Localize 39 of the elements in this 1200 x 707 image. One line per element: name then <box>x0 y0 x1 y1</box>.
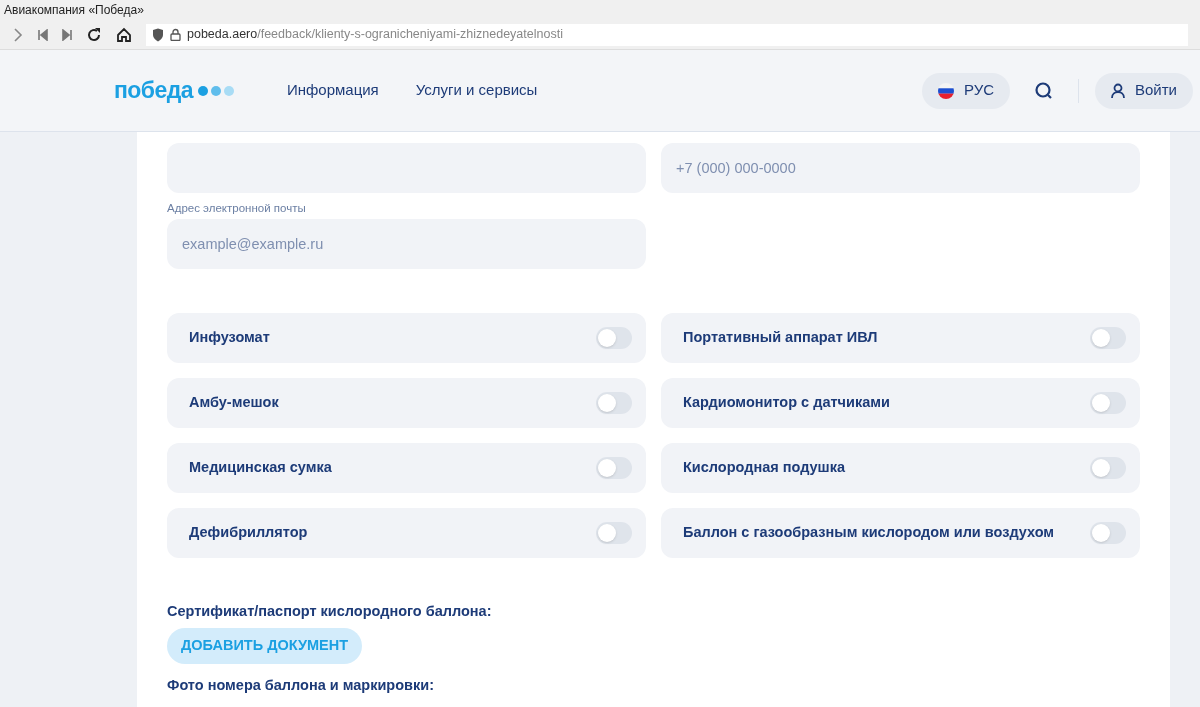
window-title: Авиакомпания «Победа» <box>4 2 144 19</box>
toggle-switch[interactable] <box>1090 327 1126 349</box>
toggle-switch[interactable] <box>596 522 632 544</box>
dots-icon <box>196 84 237 97</box>
option-label: Амбу-мешок <box>189 393 279 413</box>
option-label: Медицинская сумка <box>189 458 332 478</box>
input-field[interactable]: example@example.ru <box>167 219 646 269</box>
input-field[interactable]: +7 (000) 000-0000 <box>661 143 1140 193</box>
login-button[interactable]: Войти <box>1095 72 1193 109</box>
skip-back-icon[interactable] <box>38 28 48 41</box>
shield-icon <box>152 27 164 42</box>
section-heading: Сертификат/паспорт кислородного баллона: <box>167 602 493 620</box>
forward-icon[interactable] <box>12 26 24 43</box>
section-heading: Фото номера баллона и маркировки: <box>167 676 435 694</box>
search-icon[interactable] <box>1034 80 1054 101</box>
toggle-switch[interactable] <box>1090 457 1126 479</box>
field-label: Адрес электронной почты <box>167 201 307 215</box>
toggle-switch[interactable] <box>1090 392 1126 414</box>
toggle-switch[interactable] <box>596 457 632 479</box>
toggle-switch[interactable] <box>1090 522 1126 544</box>
language-button[interactable]: РУС <box>921 72 1010 109</box>
toggle-switch[interactable] <box>596 327 632 349</box>
home-icon[interactable] <box>116 26 132 43</box>
option-label: Инфузомат <box>189 328 270 348</box>
lock-icon <box>170 28 181 41</box>
option-label: Дефибриллятор <box>189 523 308 543</box>
option-label: Баллон с газообразным кислородом или воздухом <box>683 523 1055 543</box>
option-label: Портативный аппарат ИВЛ <box>683 328 878 348</box>
toggle-switch[interactable] <box>596 392 632 414</box>
nav-link[interactable]: Услуги и сервисы <box>415 79 538 102</box>
user-icon <box>1111 82 1125 99</box>
skip-forward-icon[interactable] <box>62 28 72 41</box>
option-label: Кислородная подушка <box>683 458 846 478</box>
option-label: Кардиомонитор с датчиками <box>683 393 890 413</box>
reload-icon[interactable] <box>86 26 102 43</box>
flag-icon <box>937 82 954 99</box>
url-text: pobeda.aero/feedback/klienty-s-ogranicheniyami-zhiznedeyatelnosti <box>187 26 563 44</box>
nav-link[interactable]: Информация <box>286 79 379 102</box>
address-bar[interactable]: pobeda.aero/feedback/klienty-s-ogranicheniyami-zhiznedeyatelnosti <box>146 23 1188 46</box>
